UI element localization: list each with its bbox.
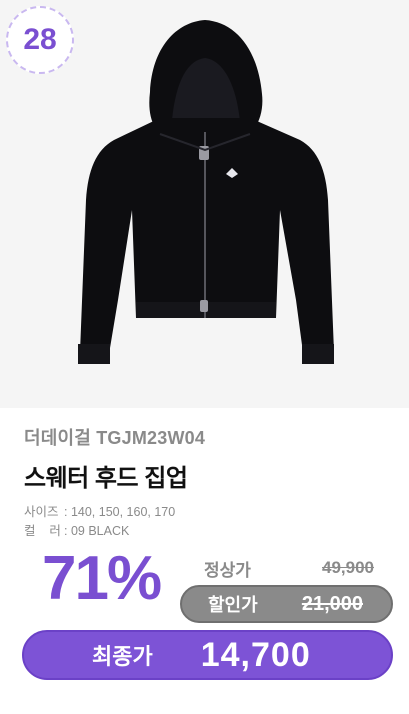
product-image-area: 28 [0, 0, 409, 408]
spec-list: 사이즈 : 140, 150, 160, 170 컬 러 : 09 BLACK [24, 503, 393, 541]
sale-price-label: 할인가 [208, 595, 258, 615]
regular-price-row: 정상가 49,900 [204, 556, 374, 580]
spec-key-size: 사이즈 [24, 505, 59, 519]
final-price-label: 최종가 [92, 644, 153, 669]
spec-row-color: 컬 러 : 09 BLACK [24, 522, 393, 541]
sale-price: 21,000 [301, 592, 363, 615]
regular-price-label: 정상가 [204, 560, 251, 580]
spec-row-size: 사이즈 : 140, 150, 160, 170 [24, 503, 393, 522]
discount-percent: 71% [42, 544, 162, 613]
final-price-button[interactable]: 최종가 14,700 [22, 630, 393, 680]
regular-price: 49,900 [322, 558, 374, 577]
spec-value-size: : 140, 150, 160, 170 [64, 505, 176, 519]
product-name[interactable]: 스웨터 후드 집업 [24, 458, 393, 493]
product-info: 더데이걸 TGJM23W04 스웨터 후드 집업 사이즈 : 140, 150,… [24, 424, 393, 541]
rank-number-badge: 28 [6, 6, 74, 74]
spec-key-color: 컬 러 [24, 524, 61, 538]
sale-price-pill: 할인가 21,000 [180, 585, 393, 623]
spec-value-color: : 09 BLACK [64, 524, 130, 538]
brand-model-code: 더데이걸 TGJM23W04 [24, 428, 206, 448]
final-price: 14,700 [200, 635, 311, 674]
